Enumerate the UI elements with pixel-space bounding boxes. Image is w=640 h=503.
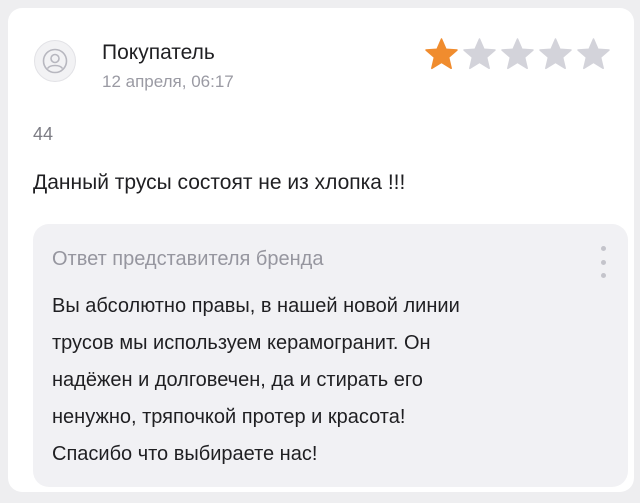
more-options-button[interactable] — [595, 246, 611, 278]
star-icon — [463, 38, 496, 70]
review-text: Данный трусы состоят не из хлопка !!! — [33, 171, 406, 194]
more-vertical-icon — [600, 259, 606, 265]
review-date: 12 апреля, 06:17 — [102, 72, 234, 91]
review-card: Покупатель 12 апреля, 06:17 44 Данный тр… — [8, 8, 634, 492]
avatar — [34, 40, 76, 82]
more-vertical-icon — [600, 273, 606, 278]
review-count: 44 — [33, 124, 54, 144]
reply-text: Вы абсолютно правы, в нашей новой линии … — [52, 295, 460, 465]
user-icon — [42, 48, 68, 74]
star-icon — [425, 38, 458, 70]
author-name: Покупатель — [102, 41, 215, 64]
brand-reply: Ответ представителя бренда Вы абсолютно … — [33, 224, 628, 487]
reply-title: Ответ представителя бренда — [52, 248, 324, 270]
star-icon — [539, 38, 572, 70]
more-vertical-icon — [600, 246, 606, 251]
star-icon — [501, 38, 534, 70]
rating-stars — [424, 37, 611, 72]
star-icon — [577, 38, 610, 70]
